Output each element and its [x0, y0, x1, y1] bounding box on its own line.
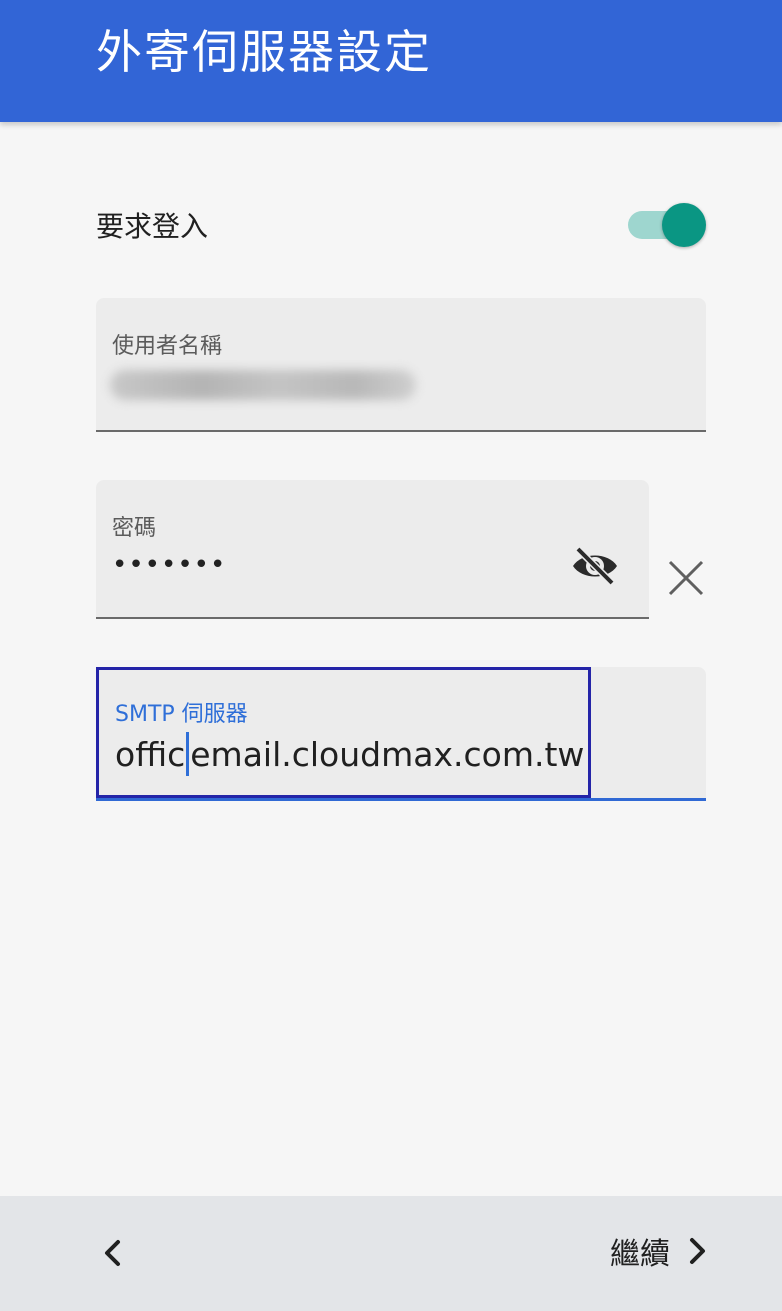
smtp-server-field[interactable]: SMTP 伺服器 offic email.cloudmax.com.tw — [96, 667, 706, 801]
text-cursor — [186, 732, 190, 776]
eye-off-icon[interactable] — [570, 544, 620, 588]
continue-button[interactable]: 繼續 — [610, 1226, 712, 1276]
smtp-server-label: SMTP 伺服器 — [115, 702, 248, 727]
close-icon[interactable] — [664, 556, 708, 600]
smtp-value-before-cursor: offic — [115, 735, 186, 774]
password-value: ••••••• — [112, 550, 227, 580]
back-button[interactable] — [88, 1228, 138, 1278]
require-login-label: 要求登入 — [96, 210, 209, 243]
page-title: 外寄伺服器設定 — [96, 25, 432, 79]
username-field[interactable]: 使用者名稱 — [96, 298, 706, 432]
chevron-right-icon — [690, 1238, 705, 1264]
smtp-server-value[interactable]: offic email.cloudmax.com.tw — [115, 732, 584, 776]
smtp-value-after-cursor: email.cloudmax.com.tw — [190, 735, 585, 774]
password-field[interactable]: 密碼 ••••••• — [96, 480, 649, 619]
bottom-bar: 繼續 — [0, 1196, 782, 1311]
username-label: 使用者名稱 — [112, 334, 223, 359]
smtp-focus-box: SMTP 伺服器 offic email.cloudmax.com.tw — [96, 667, 591, 798]
app-bar: 外寄伺服器設定 — [0, 0, 782, 122]
chevron-left-icon — [105, 1240, 120, 1266]
require-login-toggle[interactable] — [626, 201, 706, 247]
toggle-thumb — [662, 203, 706, 247]
require-login-row: 要求登入 — [96, 195, 706, 255]
username-value-blurred — [110, 370, 416, 400]
password-label: 密碼 — [112, 516, 157, 541]
continue-label: 繼續 — [610, 1237, 670, 1272]
